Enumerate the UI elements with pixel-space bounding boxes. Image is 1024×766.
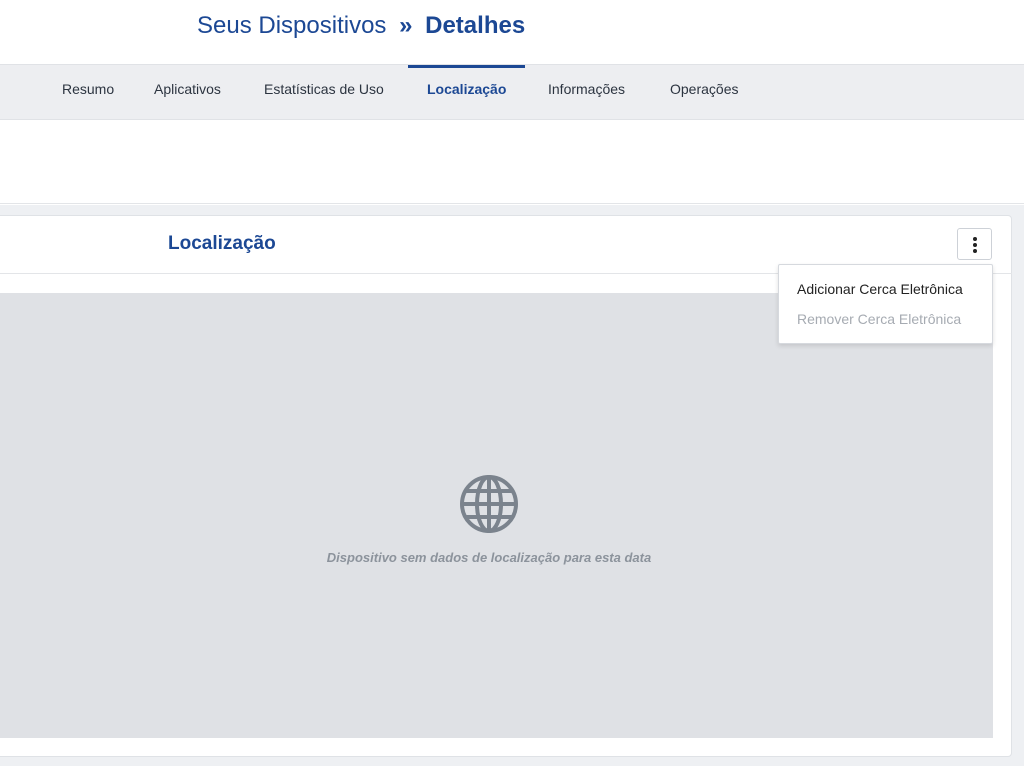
tab-bar: Resumo Aplicativos Estatísticas de Uso L…: [0, 64, 1024, 120]
tab-localizacao[interactable]: Localização: [408, 65, 526, 120]
tab-operacoes[interactable]: Operações: [651, 65, 757, 120]
kebab-menu-icon-dot: [973, 243, 977, 247]
card-title: Localização: [168, 233, 276, 254]
breadcrumb-current: Detalhes: [425, 12, 526, 39]
menu-item-add-geofence[interactable]: Adicionar Cerca Eletrônica: [797, 281, 963, 297]
tab-informacoes[interactable]: Informações: [529, 65, 644, 120]
tab-aplicativos[interactable]: Aplicativos: [135, 65, 240, 120]
card-dropdown-menu: Adicionar Cerca Eletrônica Remover Cerca…: [778, 264, 993, 344]
menu-item-remove-geofence: Remover Cerca Eletrônica: [797, 311, 962, 327]
breadcrumb-parent-link[interactable]: Seus Dispositivos: [197, 12, 386, 39]
empty-state-message: Dispositivo sem dados de localização par…: [326, 550, 652, 565]
breadcrumb: Seus Dispositivos » Detalhes: [197, 12, 525, 40]
filter-area: [0, 120, 1024, 204]
globe-icon: [460, 475, 518, 533]
tab-estatisticas-de-uso[interactable]: Estatísticas de Uso: [245, 65, 403, 120]
kebab-menu-icon: [973, 237, 977, 241]
page-header: Seus Dispositivos » Detalhes: [0, 0, 1024, 64]
kebab-menu-icon-dot: [973, 249, 977, 253]
breadcrumb-separator: »: [399, 12, 413, 39]
card-menu-button[interactable]: [957, 228, 992, 260]
tab-resumo[interactable]: Resumo: [43, 65, 133, 120]
